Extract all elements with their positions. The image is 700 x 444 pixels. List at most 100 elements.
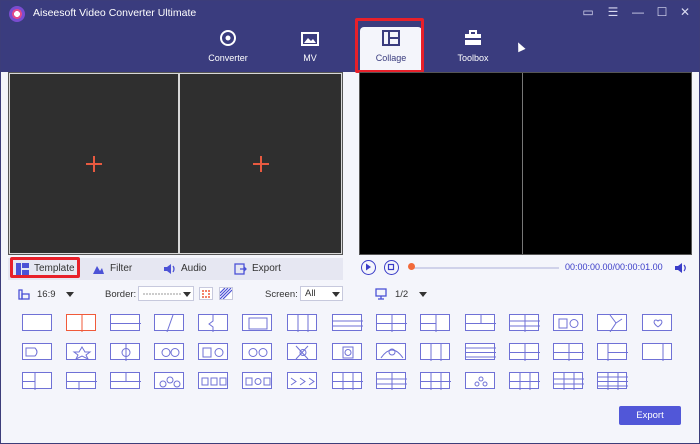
template-option[interactable] bbox=[332, 314, 363, 331]
add-media-icon[interactable] bbox=[86, 155, 102, 172]
screen-dropdown-icon[interactable] bbox=[332, 292, 340, 297]
monitor-icon bbox=[375, 288, 387, 300]
template-layout-icon bbox=[333, 320, 363, 327]
template-option[interactable] bbox=[553, 372, 584, 390]
page-indicator: 1/2 bbox=[395, 289, 409, 300]
collage-cell-2[interactable] bbox=[179, 73, 342, 254]
template-option[interactable] bbox=[22, 372, 52, 390]
template-option[interactable] bbox=[154, 372, 184, 389]
template-option[interactable] bbox=[287, 343, 317, 360]
template-option[interactable] bbox=[154, 314, 184, 332]
template-option[interactable] bbox=[465, 372, 495, 389]
template-layout-icon bbox=[23, 315, 53, 332]
aspect-ratio-icon bbox=[18, 289, 30, 300]
template-option[interactable] bbox=[642, 343, 672, 361]
minimize-icon[interactable]: — bbox=[629, 4, 647, 20]
template-option[interactable] bbox=[376, 314, 407, 332]
border-dropdown-icon[interactable] bbox=[183, 292, 191, 297]
screen-label: Screen: bbox=[265, 289, 298, 300]
template-option[interactable] bbox=[642, 314, 672, 331]
template-layout-icon bbox=[554, 344, 584, 361]
template-option[interactable] bbox=[509, 372, 540, 390]
template-layout-icon bbox=[510, 344, 540, 361]
template-option[interactable] bbox=[420, 372, 451, 390]
template-option[interactable] bbox=[66, 343, 96, 361]
progress-handle[interactable] bbox=[408, 263, 415, 270]
template-option[interactable] bbox=[198, 343, 228, 360]
tab-audio[interactable]: Audio bbox=[161, 261, 207, 277]
volume-icon[interactable] bbox=[674, 261, 688, 275]
feedback-icon[interactable]: ▭ bbox=[579, 4, 597, 20]
playback-time: 00:00:00.00/00:00:01.00 bbox=[565, 262, 663, 272]
template-option[interactable] bbox=[332, 343, 362, 360]
stop-button[interactable] bbox=[384, 260, 399, 275]
border-pattern-button[interactable] bbox=[219, 287, 233, 300]
template-option[interactable] bbox=[198, 372, 228, 389]
close-icon[interactable]: ✕ bbox=[676, 4, 694, 20]
template-option[interactable] bbox=[465, 314, 496, 331]
template-option[interactable] bbox=[110, 314, 141, 331]
template-option[interactable] bbox=[110, 343, 140, 361]
template-option[interactable] bbox=[22, 343, 52, 360]
template-layout-icon bbox=[466, 347, 496, 358]
tab-filter-label: Filter bbox=[110, 263, 133, 274]
template-grid bbox=[22, 314, 672, 390]
add-media-icon[interactable] bbox=[252, 155, 269, 172]
template-option[interactable] bbox=[242, 343, 272, 360]
template-layout-icon bbox=[295, 345, 309, 360]
tab-export-label: Export bbox=[252, 263, 281, 274]
template-option[interactable] bbox=[553, 343, 584, 361]
play-icon bbox=[366, 263, 371, 271]
template-option[interactable] bbox=[242, 314, 272, 331]
template-option[interactable] bbox=[597, 314, 627, 332]
aspect-ratio-dropdown-icon[interactable] bbox=[66, 292, 74, 297]
template-option[interactable] bbox=[509, 343, 540, 361]
template-option[interactable] bbox=[509, 314, 540, 332]
export-button[interactable]: Export bbox=[619, 406, 681, 425]
template-layout-icon bbox=[421, 373, 451, 390]
template-option[interactable] bbox=[553, 314, 583, 331]
grid-dots-icon bbox=[202, 290, 210, 298]
aspect-ratio-value[interactable]: 16:9 bbox=[37, 289, 56, 300]
play-button[interactable] bbox=[361, 260, 376, 275]
template-option[interactable] bbox=[287, 314, 317, 332]
border-grid-button[interactable] bbox=[199, 287, 213, 300]
page-dropdown-icon[interactable] bbox=[419, 292, 427, 297]
template-option[interactable] bbox=[198, 314, 228, 332]
template-option[interactable] bbox=[66, 372, 97, 390]
template-layout-icon bbox=[208, 315, 214, 332]
template-layout-icon bbox=[598, 373, 628, 390]
template-option[interactable] bbox=[110, 372, 141, 389]
template-layout-icon bbox=[377, 315, 407, 332]
template-layout-icon bbox=[111, 373, 141, 382]
maximize-icon[interactable]: ☐ bbox=[653, 4, 671, 20]
hatch-pattern-icon bbox=[219, 287, 233, 300]
template-option[interactable] bbox=[154, 343, 184, 360]
collage-cell-1[interactable] bbox=[9, 73, 179, 254]
tab-mv[interactable]: MV bbox=[279, 27, 341, 71]
template-option[interactable] bbox=[287, 372, 317, 389]
template-option[interactable] bbox=[242, 372, 272, 389]
menu-icon[interactable]: ☰ bbox=[604, 4, 622, 20]
tab-converter-label: Converter bbox=[208, 53, 248, 63]
tab-converter[interactable]: Converter bbox=[197, 27, 259, 71]
template-layout-icon bbox=[377, 373, 407, 390]
template-option[interactable] bbox=[597, 343, 628, 361]
template-option[interactable] bbox=[376, 372, 407, 390]
template-option[interactable] bbox=[597, 372, 628, 390]
template-option[interactable] bbox=[22, 314, 52, 331]
progress-track[interactable] bbox=[414, 267, 559, 269]
app-logo-icon bbox=[9, 6, 25, 22]
template-option[interactable] bbox=[465, 343, 496, 360]
filter-icon bbox=[93, 266, 104, 274]
tab-export[interactable]: Export bbox=[232, 261, 281, 277]
template-option[interactable] bbox=[420, 343, 450, 361]
collage-edit-panel bbox=[8, 72, 343, 255]
tab-toolbox[interactable]: Toolbox bbox=[442, 27, 504, 71]
template-option[interactable] bbox=[420, 314, 450, 332]
tab-filter[interactable]: Filter bbox=[90, 261, 132, 277]
template-layout-icon bbox=[81, 315, 83, 332]
template-option[interactable] bbox=[66, 314, 96, 332]
template-option[interactable] bbox=[376, 343, 406, 360]
template-option[interactable] bbox=[332, 372, 363, 390]
